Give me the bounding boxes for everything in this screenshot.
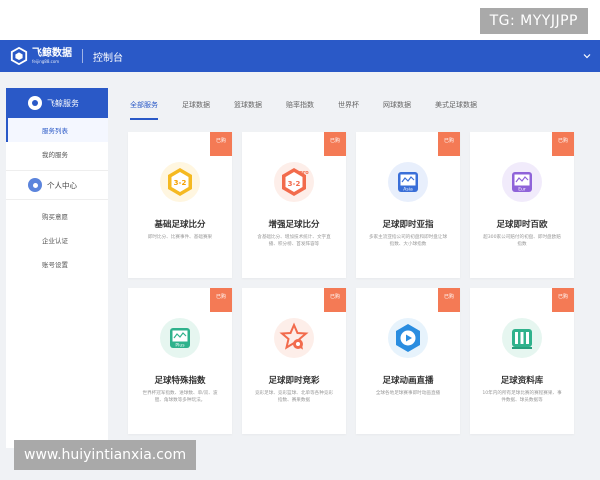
- purchased-badge: 已购: [210, 132, 232, 156]
- card-description: 多家主流亚指公司的初盘和即时盘让球指数、大小球指数: [368, 235, 448, 247]
- service-icon: [28, 96, 42, 110]
- card-description: 即时比分、比赛事件、基础赛果: [147, 235, 213, 240]
- card-title: 足球动画直播: [382, 376, 434, 386]
- card-description: 竞彩足球、竞彩篮球、北单等各种竞彩指数、赛果数据: [254, 391, 334, 403]
- sidebar-head[interactable]: 飞鲸服务: [6, 88, 108, 118]
- card-title: 足球即时百欧: [496, 220, 548, 230]
- user-icon: [28, 178, 42, 192]
- svg-text:pro: pro: [299, 170, 309, 176]
- sidebar-section-label: 个人中心: [47, 180, 77, 190]
- tab-tennis-data[interactable]: 网球数据: [383, 94, 411, 120]
- purchased-badge: 已购: [210, 288, 232, 312]
- card-description: 10年内的所有足球比赛的赛程赛果、事件数据、球员数据等: [482, 391, 562, 403]
- sidebar-section-personal[interactable]: 个人中心: [6, 170, 108, 200]
- service-card[interactable]: 已购 Plus 足球特殊指数 世界杯冠军指数、进球数、单/双、波胆、角球数等多种…: [128, 288, 232, 434]
- logo-cube-icon: [10, 47, 28, 65]
- card-description: 世界杯冠军指数、进球数、单/双、波胆、角球数等多种玩法。: [142, 391, 218, 403]
- header-divider: [82, 49, 83, 63]
- chevron-down-icon[interactable]: [582, 51, 592, 61]
- purchased-badge: 已购: [324, 132, 346, 156]
- card-description: 全球各地足球赛事即时动画直播: [375, 391, 441, 396]
- purchased-badge: 已购: [324, 288, 346, 312]
- top-header: 飞鲸数据 feijing88.com 控制台: [0, 40, 600, 72]
- purchased-badge: 已购: [438, 288, 460, 312]
- tab-basketball-data[interactable]: 篮球数据: [234, 94, 262, 120]
- plus-index-icon: Plus: [160, 318, 200, 358]
- service-card[interactable]: 已购 3-2 基础足球比分 即时比分、比赛事件、基础赛果: [128, 132, 232, 278]
- svg-text:Eur: Eur: [518, 187, 526, 193]
- database-icon: [502, 318, 542, 358]
- tg-watermark: TG: MYYJJPP: [479, 8, 588, 34]
- service-card[interactable]: 已购 足球资料库 10年内的所有足球比赛的赛程赛果、事件数据、球员数据等: [470, 288, 574, 434]
- tab-odds-index[interactable]: 赔率指数: [286, 94, 314, 120]
- service-card[interactable]: 已购 足球即时竞彩 竞彩足球、竞彩篮球、北单等各种竞彩指数、赛果数据: [242, 288, 346, 434]
- sidebar-item-account-settings[interactable]: 账号设置: [6, 252, 108, 276]
- category-tabs: 全部服务 足球数据 篮球数据 赔率指数 世界杯 网球数据 美式足球数据: [130, 94, 570, 120]
- card-title: 足球即时竞彩: [268, 376, 320, 386]
- card-description: 含基础比分、增加技术统计、文字直播、积分榜、首发阵容等: [257, 235, 331, 247]
- sidebar-item-purchase-intent[interactable]: 购买意愿: [6, 204, 108, 228]
- tab-world-cup[interactable]: 世界杯: [338, 94, 359, 120]
- asia-odds-icon: Asia: [388, 162, 428, 202]
- service-card[interactable]: 已购 3-2 pro 增强足球比分 含基础比分、增加技术统计、文字直播、积分榜、首…: [242, 132, 346, 278]
- sidebar-item-enterprise-auth[interactable]: 企业认证: [6, 228, 108, 252]
- euro-odds-icon: Eur: [502, 162, 542, 202]
- svg-text:3-2: 3-2: [174, 179, 187, 187]
- service-card[interactable]: 已购 Asia 足球即时亚指 多家主流亚指公司的初盘和即时盘让球指数、大小球指数: [356, 132, 460, 278]
- url-watermark: www.huiyintianxia.com: [14, 440, 197, 470]
- logo-name: 飞鲸数据: [32, 47, 72, 59]
- card-title: 足球资料库: [500, 376, 544, 386]
- sidebar-item-service-list[interactable]: 服务列表: [6, 118, 108, 142]
- main-content: 飞鲸服务 服务列表 我的服务 个人中心 购买意愿 企业认证 账号设置 全部服务 …: [0, 72, 600, 480]
- purchased-badge: 已购: [438, 132, 460, 156]
- brand-logo[interactable]: 飞鲸数据 feijing88.com: [10, 47, 72, 65]
- svg-text:Plus: Plus: [175, 343, 185, 349]
- lottery-star-icon: [274, 318, 314, 358]
- purchased-badge: 已购: [552, 288, 574, 312]
- svg-text:Asia: Asia: [403, 187, 413, 193]
- page-title: 控制台: [93, 52, 123, 64]
- purchased-badge: 已购: [552, 132, 574, 156]
- play-animation-icon: [388, 318, 428, 358]
- sidebar: 飞鲸服务 服务列表 我的服务 个人中心 购买意愿 企业认证 账号设置: [6, 88, 108, 448]
- sidebar-head-label: 飞鲸服务: [47, 98, 79, 108]
- sidebar-item-my-services[interactable]: 我的服务: [6, 142, 108, 166]
- service-card[interactable]: 已购 Eur 足球即时百欧 超300家公司赔付的初盘、即时盘欧赔指数: [470, 132, 574, 278]
- card-description: 超300家公司赔付的初盘、即时盘欧赔指数: [483, 235, 561, 247]
- card-title: 基础足球比分: [154, 220, 206, 230]
- tab-all-services[interactable]: 全部服务: [130, 94, 158, 120]
- service-card[interactable]: 已购 足球动画直播 全球各地足球赛事即时动画直播: [356, 288, 460, 434]
- tab-football-data[interactable]: 足球数据: [182, 94, 210, 120]
- top-strip: TG: MYYJJPP: [0, 0, 600, 40]
- football-score-3-2-icon: 3-2: [160, 162, 200, 202]
- svg-text:3-2: 3-2: [288, 180, 301, 188]
- card-title: 足球即时亚指: [382, 220, 434, 230]
- logo-domain: feijing88.com: [32, 58, 60, 64]
- football-score-pro-icon: 3-2 pro: [274, 162, 314, 202]
- tab-american-football-data[interactable]: 美式足球数据: [435, 94, 477, 120]
- card-title: 足球特殊指数: [154, 376, 206, 386]
- card-title: 增强足球比分: [268, 220, 320, 230]
